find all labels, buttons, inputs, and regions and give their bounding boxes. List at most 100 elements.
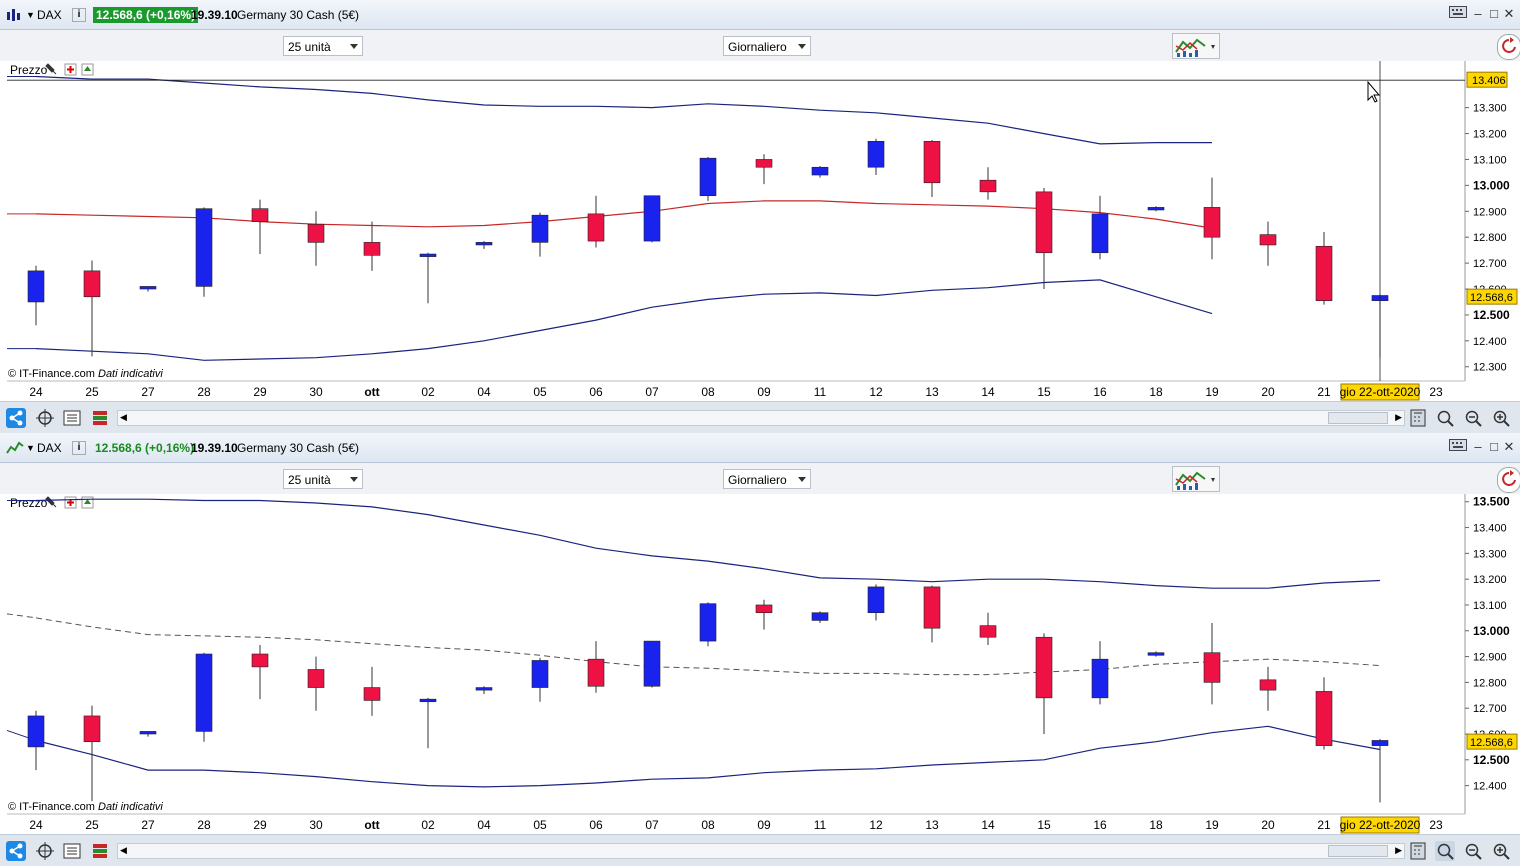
x-tick-label: 12 bbox=[869, 818, 883, 832]
x-tick-label: 06 bbox=[589, 818, 603, 832]
dropdown-arrow-icon bbox=[798, 44, 806, 49]
x-tick-label: 19 bbox=[1205, 818, 1219, 832]
y-tick-label: 13.300 bbox=[1473, 103, 1507, 115]
symbol-label[interactable]: DAX bbox=[37, 7, 62, 23]
candle-body bbox=[251, 208, 269, 222]
y-tick-label: 12.700 bbox=[1473, 258, 1507, 270]
calculator-icon[interactable] bbox=[1408, 841, 1428, 861]
candle-body bbox=[307, 223, 325, 243]
candle-body bbox=[643, 640, 661, 687]
info-icon[interactable]: i bbox=[72, 441, 86, 455]
indicators-button[interactable] bbox=[1172, 33, 1220, 59]
x-tick-label: 12 bbox=[869, 385, 883, 399]
scroll-left-icon[interactable]: ◀ bbox=[120, 412, 127, 423]
zoom-box-icon[interactable] bbox=[1435, 408, 1455, 428]
horizontal-scrollbar[interactable]: ◀ ▶ bbox=[117, 410, 1405, 426]
dropdown-arrow-icon[interactable]: ▼ bbox=[26, 7, 35, 23]
keyboard-icon[interactable] bbox=[1448, 6, 1468, 22]
zoom-box-icon[interactable] bbox=[1435, 841, 1455, 861]
maximize-icon[interactable]: □ bbox=[1487, 6, 1501, 22]
window-title-bar[interactable]: ▼ DAX i 12.568,6 (+0,16%) 19.39.10 Germa… bbox=[0, 433, 1520, 463]
y-tick-label: 12.400 bbox=[1473, 336, 1507, 348]
x-tick-label: 18 bbox=[1149, 818, 1163, 832]
info-icon[interactable]: i bbox=[72, 8, 86, 22]
x-tick-label: 13 bbox=[925, 385, 939, 399]
period-select[interactable]: Giornaliero bbox=[723, 469, 811, 489]
x-tick-label: 28 bbox=[197, 818, 211, 832]
bars-icon[interactable] bbox=[90, 408, 110, 428]
window-title-bar[interactable]: ▼ DAX i 12.568,6 (+0,16%) 19.39.10 Germa… bbox=[0, 0, 1520, 30]
chart-toolbar: 25 unità Giornaliero bbox=[0, 30, 1520, 61]
copyright-label: © IT-Finance.com bbox=[8, 368, 95, 380]
period-select[interactable]: Giornaliero bbox=[723, 36, 811, 56]
share-icon[interactable] bbox=[6, 408, 26, 428]
candle-body bbox=[867, 586, 885, 614]
scroll-right-icon[interactable]: ▶ bbox=[1395, 845, 1402, 856]
y-tick-label: 13.200 bbox=[1473, 574, 1507, 586]
zoom-out-icon[interactable] bbox=[1463, 408, 1483, 428]
scroll-thumb[interactable] bbox=[1328, 845, 1388, 857]
refresh-icon[interactable] bbox=[1497, 467, 1520, 493]
symbol-label[interactable]: DAX bbox=[37, 440, 62, 456]
scroll-thumb[interactable] bbox=[1328, 412, 1388, 424]
zoom-in-icon[interactable] bbox=[1491, 408, 1511, 428]
units-select-value: 25 unità bbox=[288, 473, 331, 487]
last-price-label: 12.568,6 bbox=[1470, 292, 1513, 304]
chart-background bbox=[0, 494, 1520, 834]
candle-body bbox=[531, 214, 549, 243]
x-tick-label: 29 bbox=[253, 385, 267, 399]
close-icon[interactable]: ✕ bbox=[1502, 6, 1516, 22]
x-tick-label: 05 bbox=[533, 385, 547, 399]
x-tick-label: 19 bbox=[1205, 385, 1219, 399]
calculator-icon[interactable] bbox=[1408, 408, 1428, 428]
maximize-icon[interactable]: □ bbox=[1487, 439, 1501, 455]
indicators-button[interactable] bbox=[1172, 466, 1220, 492]
x-tick-label: 11 bbox=[814, 385, 827, 399]
scroll-right-icon[interactable]: ▶ bbox=[1395, 412, 1402, 423]
chart-bottom-bar: ◀ ▶ bbox=[0, 834, 1520, 866]
candle-body bbox=[251, 653, 269, 668]
zoom-in-icon[interactable] bbox=[1491, 841, 1511, 861]
bars-icon[interactable] bbox=[90, 841, 110, 861]
y-tick-label: 12.900 bbox=[1473, 652, 1507, 664]
y-tick-label: 13.400 bbox=[1473, 523, 1507, 535]
close-icon[interactable]: ✕ bbox=[1502, 439, 1516, 455]
units-select[interactable]: 25 unità bbox=[283, 36, 363, 56]
dropdown-arrow-icon[interactable]: ▼ bbox=[26, 440, 35, 456]
units-select[interactable]: 25 unità bbox=[283, 469, 363, 489]
minimize-icon[interactable]: – bbox=[1471, 6, 1485, 22]
y-tick-label: 13.000 bbox=[1473, 624, 1510, 638]
refresh-icon[interactable] bbox=[1497, 34, 1520, 60]
cursor-icon[interactable] bbox=[35, 841, 55, 861]
candle-body bbox=[139, 286, 157, 290]
candle-body bbox=[923, 586, 941, 629]
candle-body bbox=[811, 166, 829, 176]
y-tick-label: 13.500 bbox=[1473, 495, 1510, 509]
candle-body bbox=[1371, 740, 1389, 746]
share-icon[interactable] bbox=[6, 841, 26, 861]
mode-icon[interactable] bbox=[62, 408, 82, 428]
x-tick-label: 24 bbox=[29, 818, 43, 832]
scroll-left-icon[interactable]: ◀ bbox=[120, 845, 127, 856]
mode-icon[interactable] bbox=[62, 841, 82, 861]
cursor-icon[interactable] bbox=[35, 408, 55, 428]
x-tick-label: 09 bbox=[757, 818, 771, 832]
instrument-label: Germany 30 Cash (5€) bbox=[237, 441, 360, 455]
candle-body bbox=[27, 270, 45, 303]
price-chart[interactable]: Prezzo 13.300 13.200 13.100 13.000 12.900 12.8… bbox=[0, 61, 1520, 401]
crosshair-price-label: 13.406 bbox=[1472, 75, 1506, 87]
candle-body bbox=[83, 715, 101, 743]
candle-body bbox=[1147, 652, 1165, 656]
candle-body bbox=[195, 653, 213, 732]
candle-body bbox=[979, 179, 997, 193]
x-tick-label: 20 bbox=[1261, 818, 1275, 832]
chart-type-icon[interactable] bbox=[6, 441, 24, 457]
chart-bottom-bar: ◀ ▶ bbox=[0, 401, 1520, 433]
horizontal-scrollbar[interactable]: ◀ ▶ bbox=[117, 843, 1405, 859]
chart-toolbar: 25 unità Giornaliero bbox=[0, 463, 1520, 494]
zoom-out-icon[interactable] bbox=[1463, 841, 1483, 861]
price-chart[interactable]: Prezzo 13.500 13.400 13.300 13.200 13.100 13.0… bbox=[0, 494, 1520, 834]
minimize-icon[interactable]: – bbox=[1471, 439, 1485, 455]
keyboard-icon[interactable] bbox=[1448, 439, 1468, 455]
chart-type-icon[interactable] bbox=[6, 8, 24, 24]
